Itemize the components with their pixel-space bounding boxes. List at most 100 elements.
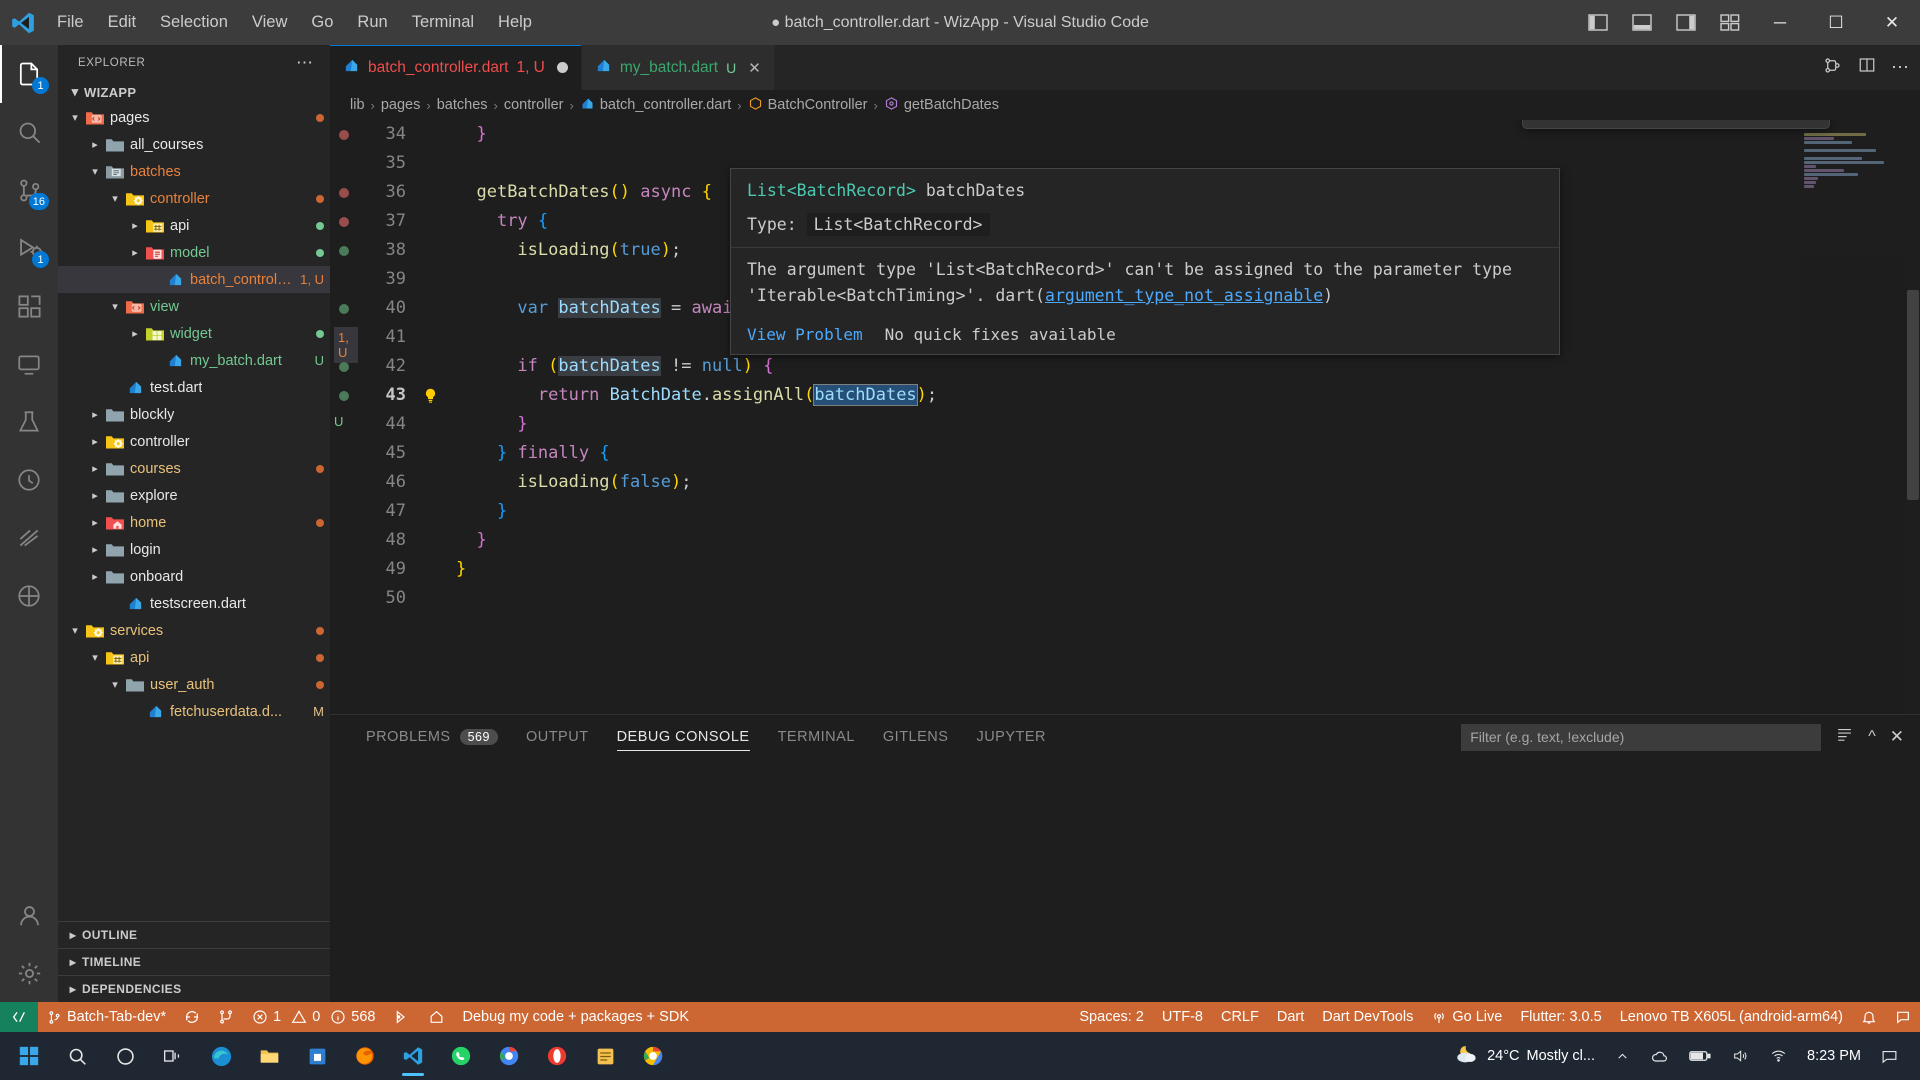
chevron-right-icon[interactable]: ▸ [86,408,104,421]
panel-tab-terminal[interactable]: TERMINAL [764,715,869,759]
toggle-secondary-sidebar-icon[interactable] [1664,0,1708,45]
edge-icon[interactable] [198,1034,244,1078]
activity-gitlens[interactable] [0,509,58,567]
file-tree-file[interactable]: batch_controll... 1, U [58,266,330,293]
file-tree-folder[interactable]: ▸ all_courses [58,131,330,158]
status-problems[interactable]: 1 0 568 [243,1002,384,1032]
file-tree-file[interactable]: my_batch.dart U [58,347,330,374]
split-editor-icon[interactable] [1822,56,1843,80]
window-close-button[interactable]: ✕ [1864,0,1920,45]
breadcrumb-controller[interactable]: controller [504,97,564,113]
breadcrumb-batches[interactable]: batches [437,97,488,113]
cortana-icon[interactable] [102,1034,148,1078]
activity-extensions[interactable] [0,277,58,335]
volume-icon[interactable] [1724,1044,1756,1068]
activity-run-debug[interactable]: 1 [0,219,58,277]
section-outline[interactable]: ▸ OUTLINE [58,921,330,948]
status-eol[interactable]: CRLF [1212,1002,1268,1032]
activity-testing[interactable] [0,393,58,451]
remote-window-button[interactable] [0,1002,38,1032]
customize-layout-icon[interactable] [1708,0,1752,45]
menu-view[interactable]: View [241,9,298,36]
tray-expand-icon[interactable] [1608,1046,1637,1067]
step-into-button[interactable] [1627,120,1658,127]
file-tree-file[interactable]: testscreen.dart [58,590,330,617]
onedrive-icon[interactable] [1643,1045,1676,1068]
explorer-more-actions-icon[interactable]: ⋯ [288,53,322,73]
file-tree-folder[interactable]: ▾ services [58,617,330,644]
status-encoding[interactable]: UTF-8 [1153,1002,1212,1032]
panel-tab-debug-console[interactable]: DEBUG CONSOLE [603,715,764,759]
chevron-down-icon[interactable]: ▾ [86,165,104,178]
status-branch[interactable]: Batch-Tab-dev* [38,1002,175,1032]
file-tree-folder[interactable]: ▸ widget [58,320,330,347]
breadcrumb-lib[interactable]: lib [350,97,365,113]
section-timeline[interactable]: ▸ TIMELINE [58,948,330,975]
status-notifications-bell[interactable] [1852,1002,1886,1032]
activity-accounts[interactable] [0,886,58,944]
toggle-primary-sidebar-icon[interactable] [1576,0,1620,45]
editor-vertical-scrollbar[interactable] [1906,120,1920,714]
file-tree-folder[interactable]: ▸ courses [58,455,330,482]
stop-button[interactable] [1759,120,1790,127]
breadcrumb-class[interactable]: BatchController [748,96,868,115]
menu-go[interactable]: Go [300,9,344,36]
editor-tab-dirty-icon[interactable] [556,62,568,73]
workspace-root-row[interactable]: ▾ WIZAPP [58,80,330,104]
menu-terminal[interactable]: Terminal [401,9,485,36]
code-line[interactable]: } [446,497,1920,526]
battery-icon[interactable] [1682,1045,1718,1067]
file-tree-folder[interactable]: ▾ api [58,644,330,671]
chrome-alt-icon[interactable] [486,1034,532,1078]
window-maximize-button[interactable]: ☐ [1808,0,1864,45]
view-problem-link[interactable]: View Problem [747,325,863,344]
status-go-live[interactable]: Go Live [1422,1002,1511,1032]
glyph-margin[interactable] [416,120,446,714]
chevron-down-icon[interactable]: ▾ [66,111,84,124]
quick-fix-bulb-icon[interactable] [422,386,439,410]
opera-icon[interactable] [534,1034,580,1078]
file-tree-folder[interactable]: ▾ controller [58,185,330,212]
debug-console-output[interactable] [330,759,1920,1002]
debug-console-filter-input[interactable] [1461,723,1822,751]
file-tree-folder[interactable]: ▸ explore [58,482,330,509]
editor-more-actions-icon[interactable]: ⋯ [1891,57,1910,78]
chevron-down-icon[interactable]: ▾ [86,651,104,664]
file-explorer-icon[interactable] [246,1034,292,1078]
menu-selection[interactable]: Selection [149,9,239,36]
file-tree-file[interactable]: fetchuserdata.d... M [58,698,330,725]
search-icon[interactable] [54,1034,100,1078]
status-feedback[interactable] [1886,1002,1920,1032]
restart-button[interactable] [1726,120,1757,127]
code-line[interactable]: if (batchDates != null) { [446,352,1920,381]
file-tree-folder[interactable]: ▾ batches [58,158,330,185]
panel-tab-output[interactable]: OUTPUT [512,715,603,759]
clear-console-icon[interactable] [1835,726,1854,748]
activity-settings[interactable] [0,944,58,1002]
status-flutter-version[interactable]: Flutter: 3.0.5 [1511,1002,1610,1032]
panel-tab-jupyter[interactable]: JUPYTER [962,715,1060,759]
panel-tab-gitlens[interactable]: GITLENS [869,715,963,759]
chevron-down-icon[interactable]: ▾ [106,192,124,205]
activity-search[interactable] [0,103,58,161]
scrollbar-thumb[interactable] [1907,290,1919,500]
pause-button[interactable] [1561,120,1592,127]
split-editor-right-icon[interactable] [1857,56,1877,79]
notes-icon[interactable] [582,1034,628,1078]
code-line[interactable]: } finally { [446,439,1920,468]
file-tree-folder[interactable]: ▸ home [58,509,330,536]
code-line[interactable]: } [446,555,1920,584]
hot-reload-button[interactable] [1693,120,1724,127]
file-tree-folder[interactable]: ▸ model [58,239,330,266]
breadcrumb-pages[interactable]: pages [381,97,421,113]
chevron-down-icon[interactable]: ▾ [106,678,124,691]
status-device[interactable]: Lenovo TB X605L (android-arm64) [1611,1002,1852,1032]
weather-widget[interactable]: 24°C Mostly cl... [1445,1039,1602,1073]
chevron-down-icon[interactable]: ▾ [66,624,84,637]
chevron-right-icon[interactable]: ▸ [86,570,104,583]
status-sync[interactable] [175,1002,209,1032]
chevron-right-icon[interactable]: ▸ [86,543,104,556]
menu-edit[interactable]: Edit [97,9,147,36]
status-run-without-debug[interactable] [385,1002,419,1032]
menu-file[interactable]: File [46,9,95,36]
